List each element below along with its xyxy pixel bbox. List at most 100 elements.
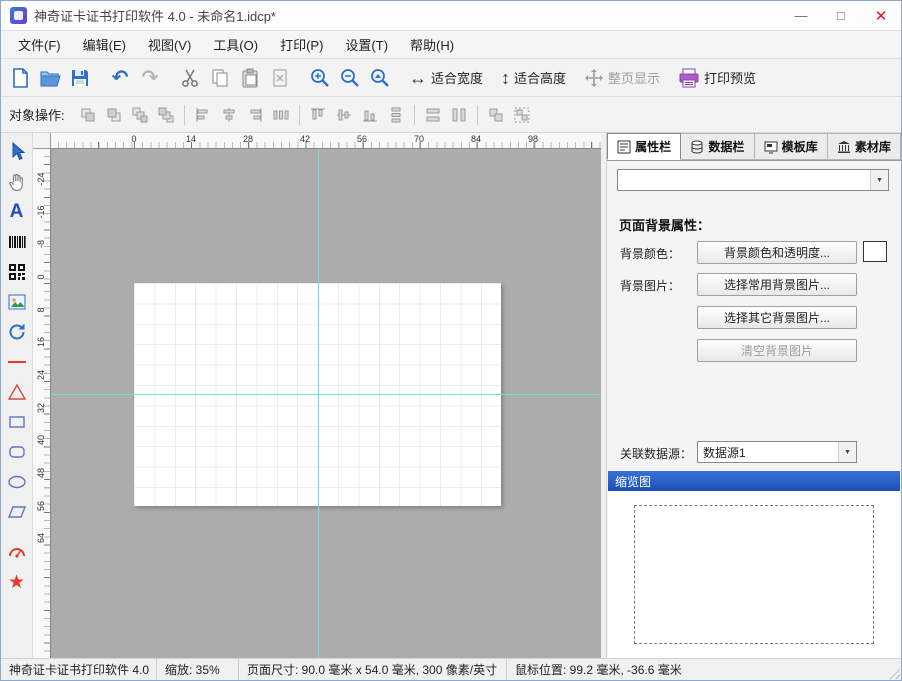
align-left-button[interactable]: [190, 102, 216, 128]
horizontal-ruler[interactable]: 0 14 28 42 56 70 84 98: [51, 133, 601, 149]
save-button[interactable]: [65, 63, 95, 93]
select-other-bg-button[interactable]: 选择其它背景图片...: [697, 306, 857, 329]
align-top-button[interactable]: [305, 102, 331, 128]
print-preview-label: 打印预览: [704, 68, 756, 87]
fit-page-button[interactable]: 整页显示: [580, 63, 664, 93]
triangle-tool-button[interactable]: [3, 379, 31, 405]
copy-button[interactable]: [205, 63, 235, 93]
align-middle-button[interactable]: [331, 102, 357, 128]
main-area: A ★ 0 14 28 42 56 70 84 98: [1, 133, 901, 660]
templates-tab-icon: [764, 140, 778, 154]
menu-item-help[interactable]: 帮助(H): [399, 30, 465, 59]
align-center-h-button[interactable]: [216, 102, 242, 128]
materials-tab-icon: [837, 140, 851, 154]
rectangle-tool-button[interactable]: [3, 409, 31, 435]
pan-tool-button[interactable]: [3, 169, 31, 195]
v-ruler-label: 8: [36, 299, 46, 321]
distribute-h-icon: [272, 106, 290, 124]
tab-templates[interactable]: 模板库: [755, 133, 828, 160]
same-size-icon: [487, 106, 505, 124]
vertical-ruler[interactable]: -24 -16 -8 0 8 16 24 32 40 48 56 64: [33, 149, 51, 660]
zoom-out-button[interactable]: [335, 63, 365, 93]
panel-tabs: 属性栏 数据栏 模板库 素材库: [607, 133, 901, 161]
rotate-tool-button[interactable]: [3, 319, 31, 345]
clear-bg-button[interactable]: 清空背景图片: [697, 339, 857, 362]
menu-item-settings[interactable]: 设置(T): [334, 30, 399, 59]
maximize-button[interactable]: □: [821, 1, 861, 30]
statusbar: 神奇证卡证书打印软件 4.0 缩放: 35% 页面尺寸: 90.0 毫米 x 5…: [1, 658, 901, 680]
zoom-select-button[interactable]: [365, 63, 395, 93]
send-backward-button[interactable]: [153, 102, 179, 128]
menubar: 文件(F) 编辑(E) 视图(V) 工具(O) 打印(P) 设置(T) 帮助(H…: [1, 31, 901, 59]
tab-data-label: 数据栏: [708, 138, 744, 155]
v-ruler-label: -16: [36, 201, 46, 223]
bring-to-front-button[interactable]: [75, 102, 101, 128]
paste-button[interactable]: [235, 63, 265, 93]
print-preview-button[interactable]: 打印预览: [674, 63, 760, 93]
menu-item-file[interactable]: 文件(F): [7, 30, 72, 59]
bg-color-button[interactable]: 背景颜色和透明度...: [697, 241, 857, 264]
fit-height-button[interactable]: ↕ 适合高度: [497, 63, 570, 93]
tab-data[interactable]: 数据栏: [681, 133, 754, 160]
v-ruler-label: -24: [36, 168, 46, 190]
parallelogram-tool-button[interactable]: [3, 499, 31, 525]
fit-width-button[interactable]: ↔ 适合宽度: [405, 63, 487, 93]
open-file-button[interactable]: [35, 63, 65, 93]
zoom-in-button[interactable]: [305, 63, 335, 93]
select-cursor-icon: [7, 142, 27, 162]
combo-dropdown-icon[interactable]: ▼: [870, 170, 888, 190]
delete-icon: [269, 67, 291, 89]
same-size-button[interactable]: [483, 102, 509, 128]
select-tool-button[interactable]: [3, 139, 31, 165]
undo-button[interactable]: ↶: [105, 63, 135, 93]
distribute-v-button[interactable]: [383, 102, 409, 128]
tab-materials[interactable]: 素材库: [828, 133, 901, 160]
combo-dropdown-icon[interactable]: ▼: [838, 442, 856, 462]
distribute-h-button[interactable]: [268, 102, 294, 128]
paste-icon: [239, 67, 261, 89]
menu-item-tools[interactable]: 工具(O): [202, 30, 269, 59]
design-canvas[interactable]: [51, 149, 601, 660]
barcode-tool-button[interactable]: [3, 229, 31, 255]
same-height-button[interactable]: [446, 102, 472, 128]
line-tool-button[interactable]: [3, 349, 31, 375]
group-icon: [513, 106, 531, 124]
fit-width-icon: ↔: [409, 69, 427, 87]
data-source-combo[interactable]: 数据源1 ▼: [697, 441, 857, 463]
gauge-tool-button[interactable]: [3, 539, 31, 565]
star-tool-button[interactable]: ★: [3, 569, 31, 595]
cut-button[interactable]: [175, 63, 205, 93]
h-ruler-label: 28: [238, 134, 258, 144]
section-title: 页面背景属性：: [619, 215, 710, 234]
close-button[interactable]: ✕: [861, 1, 901, 30]
menu-item-print[interactable]: 打印(P): [269, 30, 334, 59]
align-right-button[interactable]: [242, 102, 268, 128]
image-tool-button[interactable]: [3, 289, 31, 315]
group-button[interactable]: [509, 102, 535, 128]
delete-button[interactable]: [265, 63, 295, 93]
ellipse-tool-button[interactable]: [3, 469, 31, 495]
new-file-button[interactable]: [5, 63, 35, 93]
bring-forward-button[interactable]: [127, 102, 153, 128]
tab-properties[interactable]: 属性栏: [607, 133, 681, 160]
bg-color-swatch: [863, 241, 887, 262]
text-tool-button[interactable]: A: [3, 199, 31, 225]
page-select-combo[interactable]: ▼: [617, 169, 889, 191]
align-bottom-button[interactable]: [357, 102, 383, 128]
menu-item-view[interactable]: 视图(V): [137, 30, 202, 59]
vertical-guide-line: [318, 149, 319, 660]
select-common-bg-button[interactable]: 选择常用背景图片...: [697, 273, 857, 296]
minimize-button[interactable]: —: [781, 1, 821, 30]
horizontal-guide-line: [51, 394, 601, 395]
print-preview-icon: [678, 67, 700, 89]
menu-item-edit[interactable]: 编辑(E): [72, 30, 137, 59]
zoom-out-icon: [339, 67, 361, 89]
redo-button[interactable]: ↷: [135, 63, 165, 93]
object-toolbar: 对象操作:: [1, 97, 901, 133]
same-width-button[interactable]: [420, 102, 446, 128]
send-to-back-button[interactable]: [101, 102, 127, 128]
rounded-rect-tool-button[interactable]: [3, 439, 31, 465]
qrcode-tool-button[interactable]: [3, 259, 31, 285]
distribute-v-icon: [387, 106, 405, 124]
h-ruler-label: 42: [295, 134, 315, 144]
